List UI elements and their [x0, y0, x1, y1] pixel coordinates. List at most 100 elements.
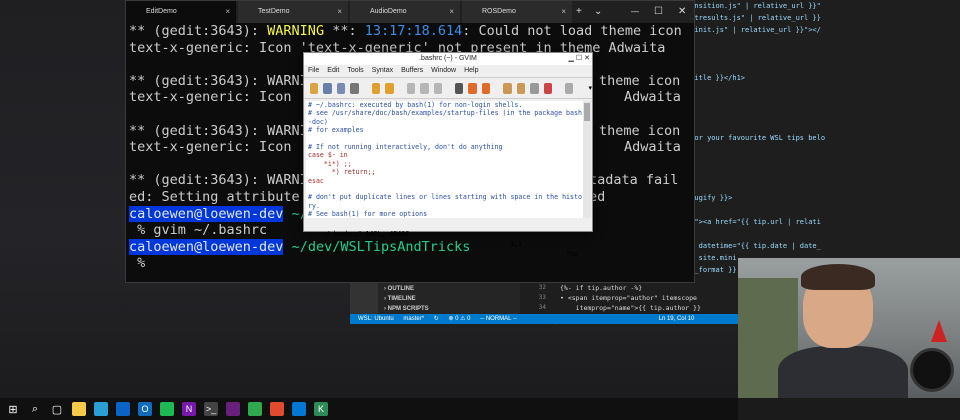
- make-icon[interactable]: [543, 82, 552, 94]
- close-icon[interactable]: ✕: [584, 55, 590, 62]
- menu-item-window[interactable]: Window: [431, 65, 456, 77]
- code-line: # don't put duplicate lines or lines sta…: [308, 193, 582, 202]
- taskbar-mail-icon[interactable]: [116, 402, 130, 416]
- sync-icon[interactable]: ↻: [434, 316, 439, 322]
- taskbar-spotify-icon[interactable]: [160, 402, 174, 416]
- tab-rosdemo[interactable]: ROSDemo ×: [462, 1, 572, 23]
- terminal-text: text-x-generic: Icon ': [129, 139, 308, 156]
- menu-item-file[interactable]: File: [308, 65, 319, 77]
- code-line: # If not running interactively, don't do…: [308, 142, 503, 151]
- toolbar-overflow-icon[interactable]: ▾: [588, 84, 592, 92]
- close-tab-icon[interactable]: ×: [337, 1, 342, 23]
- save-icon[interactable]: [323, 82, 332, 94]
- panel-section-timeline[interactable]: › TIMELINE: [378, 294, 520, 304]
- run-script-icon[interactable]: [530, 82, 539, 94]
- gvim-status-line: ~/.bashrc" 142L, 4540C 1,1 Top: [306, 219, 586, 258]
- minimize-icon[interactable]: ▁: [569, 55, 574, 62]
- open-icon[interactable]: [310, 82, 319, 94]
- gvim-window[interactable]: .bashrc (~) - GVIM ▁ ☐ ✕ File Edit Tools Sy…: [303, 52, 593, 258]
- taskbar-start-icon[interactable]: ⊞: [6, 402, 20, 416]
- code-line: -doc): [308, 117, 328, 126]
- taskbar-terminal-icon[interactable]: >_: [204, 402, 218, 416]
- code-line: me"><a href="{{ tip.url | relati: [686, 218, 821, 226]
- code-line: # ~/.bashrc: executed by bash(1) for non…: [308, 101, 523, 109]
- paste-icon[interactable]: [433, 82, 442, 94]
- close-tab-icon[interactable]: ×: [449, 1, 454, 23]
- terminal-tab-bar: EditDemo × TestDemo × AudioDemo × ROSDemo × …: [126, 1, 694, 23]
- save-all-icon[interactable]: [336, 82, 346, 94]
- menu-item-help[interactable]: Help: [464, 65, 478, 77]
- help-icon[interactable]: [565, 82, 574, 94]
- gvim-scrollbar[interactable]: [583, 101, 591, 218]
- close-button[interactable]: ✕: [678, 1, 686, 23]
- cursor-position[interactable]: Ln 19, Col 10: [659, 316, 695, 322]
- terminal-text: tadata fail: [589, 172, 679, 189]
- input-line[interactable]: %: [129, 255, 689, 272]
- menu-item-buffers[interactable]: Buffers: [401, 65, 423, 77]
- tab-editdemo[interactable]: EditDemo ×: [126, 1, 236, 23]
- taskbar-gvim-icon[interactable]: K: [314, 402, 328, 416]
- taskbar-outlook-icon[interactable]: O: [138, 402, 152, 416]
- copy-icon[interactable]: [420, 82, 429, 94]
- menu-item-edit[interactable]: Edit: [327, 65, 339, 77]
- tab-dropdown-button[interactable]: ⌄: [594, 1, 602, 23]
- taskbar-file-explorer-icon[interactable]: [72, 402, 86, 416]
- cut-icon[interactable]: [406, 82, 416, 94]
- close-tab-icon[interactable]: ×: [561, 1, 566, 23]
- code-line: ransition.js" | relative_url }}": [686, 2, 821, 10]
- terminal-text: ** (gedit:3643): WARNI: [129, 122, 308, 139]
- panel-section-npm-scripts[interactable]: › NPM SCRIPTS: [378, 304, 520, 314]
- menu-item-tools[interactable]: Tools: [347, 65, 363, 77]
- gvim-title-bar[interactable]: .bashrc (~) - GVIM ▁ ☐ ✕: [304, 53, 592, 65]
- terminal-text: text-x-generic: Icon ': [129, 89, 308, 106]
- gvim-menu-bar: File Edit Tools Syntax Buffers Window Help: [304, 65, 592, 77]
- timestamp: 13:17:18.614: [364, 23, 463, 39]
- presenter-hair: [801, 264, 875, 290]
- line-number: 34: [538, 304, 546, 311]
- find-icon[interactable]: [454, 82, 464, 94]
- code-line: {%- if tip.author -%}: [560, 284, 643, 292]
- taskbar-vs-icon[interactable]: [226, 402, 240, 416]
- find-next-icon[interactable]: [468, 82, 477, 94]
- terminal-text: **:: [324, 23, 365, 39]
- taskbar-edge-icon[interactable]: [94, 402, 108, 416]
- maximize-button[interactable]: ☐: [654, 1, 663, 23]
- taskbar-camtasia-icon[interactable]: [248, 402, 262, 416]
- taskbar-vscode-icon[interactable]: [292, 402, 306, 416]
- minimize-button[interactable]: —: [631, 1, 639, 23]
- remote-indicator[interactable]: WSL: Ubuntu: [358, 316, 394, 322]
- undo-icon[interactable]: [371, 82, 381, 94]
- code-line: d" datetime="{{ tip.date | date_: [686, 242, 821, 250]
- git-branch[interactable]: master*: [403, 316, 424, 322]
- scrollbar-thumb[interactable]: [584, 103, 590, 121]
- terminal-text: ** (gedit:3643):: [129, 23, 268, 39]
- taskbar-search-icon[interactable]: ⌕: [28, 402, 42, 416]
- terminal-line: ** (gedit:3643): WARNING **: 13:17:18.61…: [129, 23, 689, 40]
- prompt-user: caloewen@loewen-dev: [129, 205, 284, 222]
- webcam-overlay: [738, 258, 960, 398]
- panel-section-outline[interactable]: › OUTLINE: [378, 284, 520, 294]
- redo-icon[interactable]: [385, 82, 394, 94]
- code-line: *) return;;: [308, 168, 376, 177]
- tab-testdemo[interactable]: TestDemo ×: [238, 1, 348, 23]
- gvim-text-area[interactable]: # ~/.bashrc: executed by bash(1) for non…: [306, 101, 584, 218]
- menu-item-syntax[interactable]: Syntax: [372, 65, 393, 77]
- taskbar-task-view-icon[interactable]: ▢: [50, 402, 64, 416]
- problems-indicator[interactable]: ⊗ 0 ⚠ 0: [448, 316, 470, 322]
- save-session-icon[interactable]: [516, 82, 526, 94]
- close-tab-icon[interactable]: ×: [225, 1, 230, 23]
- terminal-text: : Could not load theme icon: [462, 23, 682, 39]
- print-icon[interactable]: [350, 82, 359, 94]
- find-prev-icon[interactable]: [481, 82, 491, 94]
- tab-audiodemo[interactable]: AudioDemo ×: [350, 1, 460, 23]
- taskbar-obs-icon[interactable]: [270, 402, 284, 416]
- new-tab-button[interactable]: +: [576, 1, 582, 23]
- taskbar-onenote-icon[interactable]: N: [182, 402, 196, 416]
- code-line: # for examples: [308, 126, 364, 135]
- linux-icon: [245, 8, 253, 16]
- load-session-icon[interactable]: [503, 82, 512, 94]
- maximize-icon[interactable]: ☐: [576, 55, 582, 62]
